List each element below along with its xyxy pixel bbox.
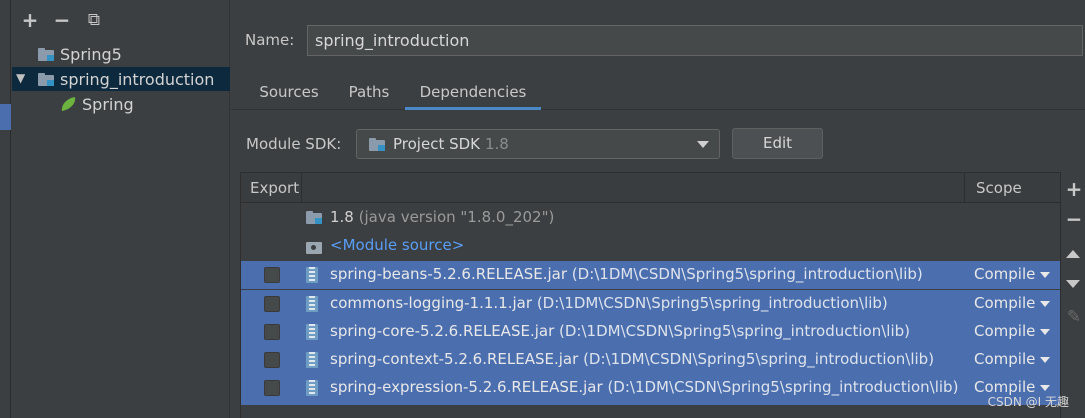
- scope-dropdown[interactable]: Compile: [974, 265, 1035, 283]
- tree-item-label: spring_introduction: [60, 69, 215, 89]
- move-down-icon[interactable]: [1066, 280, 1080, 288]
- sdk-value: Project SDK: [393, 135, 480, 153]
- module-name-input[interactable]: [307, 25, 1083, 56]
- dependency-detail: (D:\1DM\CSDN\Spring5\spring_introduction…: [571, 265, 923, 283]
- scope-dropdown[interactable]: Compile: [974, 350, 1035, 368]
- tree-item-spring-facet[interactable]: Spring: [12, 92, 230, 116]
- add-dependency-icon[interactable]: +: [1065, 179, 1083, 199]
- add-icon[interactable]: +: [20, 10, 40, 30]
- dependency-name: spring-context-5.2.6.RELEASE.jar: [330, 350, 579, 368]
- chevron-down-icon: [697, 141, 709, 148]
- module-sdk-label: Module SDK:: [246, 135, 342, 153]
- dependency-detail: (D:\1DM\CSDN\Spring5\spring_introduction…: [607, 378, 959, 396]
- chevron-down-icon[interactable]: [1040, 301, 1050, 307]
- tab-dependencies[interactable]: Dependencies: [405, 76, 541, 110]
- module-tree-panel: + − ⧉ Spring5 ▼ spring_introduction Spri…: [12, 0, 230, 418]
- edit-sdk-button[interactable]: Edit: [732, 128, 823, 159]
- tree-item-spring-introduction[interactable]: ▼ spring_introduction: [12, 67, 230, 91]
- dependency-detail: (D:\1DM\CSDN\Spring5\spring_introduction…: [559, 322, 910, 340]
- dependencies-table: Export Scope 1.8 (java version "1.8.0_20…: [240, 172, 1061, 418]
- column-header-scope[interactable]: Scope: [976, 173, 1022, 203]
- dependency-name: commons-logging-1.1.1.jar: [330, 294, 533, 312]
- tree-item-label: Spring: [82, 94, 134, 114]
- module-folder-icon: [38, 47, 56, 61]
- scope-dropdown[interactable]: Compile: [974, 294, 1035, 312]
- left-edge-strip: [0, 0, 11, 418]
- module-sdk-dropdown[interactable]: Project SDK 1.8: [356, 129, 720, 159]
- chevron-down-icon[interactable]: [1040, 357, 1050, 363]
- name-label: Name:: [245, 31, 295, 49]
- edit-dependency-icon[interactable]: ✎: [1065, 308, 1083, 326]
- dependency-name: spring-expression-5.2.6.RELEASE.jar: [330, 378, 603, 396]
- move-up-icon[interactable]: [1066, 250, 1080, 258]
- dependency-name: 1.8: [330, 208, 354, 226]
- module-source-icon: [306, 240, 322, 258]
- expand-arrow-icon[interactable]: ▼: [16, 71, 25, 85]
- export-checkbox[interactable]: [264, 267, 280, 283]
- table-side-toolbar: + − ✎: [1062, 172, 1085, 418]
- jar-icon: [306, 267, 318, 287]
- table-row-sdk[interactable]: 1.8 (java version "1.8.0_202"): [241, 204, 1060, 232]
- table-row[interactable]: spring-context-5.2.6.RELEASE.jar (D:\1DM…: [241, 346, 1060, 374]
- chevron-down-icon[interactable]: [1040, 329, 1050, 335]
- chevron-down-icon[interactable]: [1040, 272, 1050, 278]
- scope-dropdown[interactable]: Compile: [974, 322, 1035, 340]
- column-header-export[interactable]: Export: [250, 173, 299, 203]
- module-folder-icon: [38, 72, 56, 86]
- dependency-detail: (java version "1.8.0_202"): [358, 208, 555, 226]
- chevron-down-icon[interactable]: [1040, 385, 1050, 391]
- export-checkbox[interactable]: [264, 296, 280, 312]
- table-row[interactable]: commons-logging-1.1.1.jar (D:\1DM\CSDN\S…: [241, 290, 1060, 318]
- left-strip-selection: [0, 104, 11, 130]
- tab-paths[interactable]: Paths: [339, 76, 399, 110]
- dependency-detail: (D:\1DM\CSDN\Spring5\spring_introduction…: [583, 350, 935, 368]
- jar-icon: [306, 352, 318, 372]
- tab-bar: Sources Paths Dependencies: [231, 76, 1085, 110]
- dependency-name: spring-core-5.2.6.RELEASE.jar: [330, 322, 555, 340]
- module-settings-panel: Name: Sources Paths Dependencies Module …: [231, 0, 1085, 418]
- table-header: Export Scope: [241, 173, 1060, 203]
- jar-icon: [306, 296, 318, 316]
- watermark: CSDN @I 无趣: [987, 395, 1069, 409]
- table-row[interactable]: spring-expression-5.2.6.RELEASE.jar (D:\…: [241, 374, 1060, 405]
- copy-icon[interactable]: ⧉: [84, 10, 104, 30]
- dependency-name: <Module source>: [330, 236, 465, 254]
- spring-leaf-icon: [60, 96, 78, 112]
- export-checkbox[interactable]: [264, 324, 280, 340]
- dependency-name: spring-beans-5.2.6.RELEASE.jar: [330, 265, 568, 283]
- sdk-version: 1.8: [485, 135, 509, 153]
- jar-icon: [306, 380, 318, 400]
- export-checkbox[interactable]: [264, 380, 280, 396]
- dependency-detail: (D:\1DM\CSDN\Spring5\spring_introduction…: [536, 294, 888, 312]
- remove-dependency-icon[interactable]: −: [1065, 209, 1083, 229]
- table-row-module-source[interactable]: <Module source>: [241, 232, 1060, 260]
- tree-toolbar: + − ⧉: [12, 0, 230, 40]
- export-checkbox[interactable]: [264, 352, 280, 368]
- sdk-folder-icon: [369, 137, 387, 151]
- sdk-folder-icon: [306, 210, 324, 228]
- tree-item-spring5[interactable]: Spring5: [12, 42, 230, 66]
- jar-icon: [306, 324, 318, 344]
- remove-icon[interactable]: −: [52, 10, 72, 30]
- table-row[interactable]: spring-beans-5.2.6.RELEASE.jar (D:\1DM\C…: [241, 261, 1060, 289]
- table-row[interactable]: spring-core-5.2.6.RELEASE.jar (D:\1DM\CS…: [241, 318, 1060, 346]
- tree-item-label: Spring5: [60, 44, 122, 64]
- tab-sources[interactable]: Sources: [247, 76, 331, 110]
